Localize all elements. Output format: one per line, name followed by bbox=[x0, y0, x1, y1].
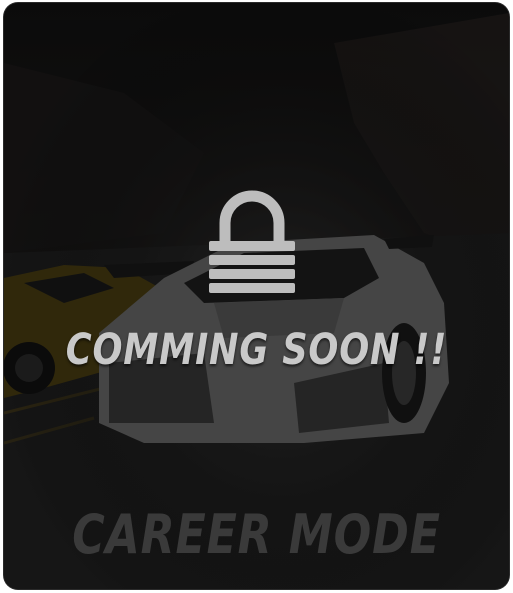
career-mode-card[interactable]: COMMING SOON !! CAREER MODE bbox=[4, 3, 509, 589]
career-mode-title: CAREER MODE bbox=[72, 503, 441, 566]
coming-soon-label: COMMING SOON !! bbox=[65, 325, 448, 375]
padlock-icon bbox=[209, 190, 295, 293]
